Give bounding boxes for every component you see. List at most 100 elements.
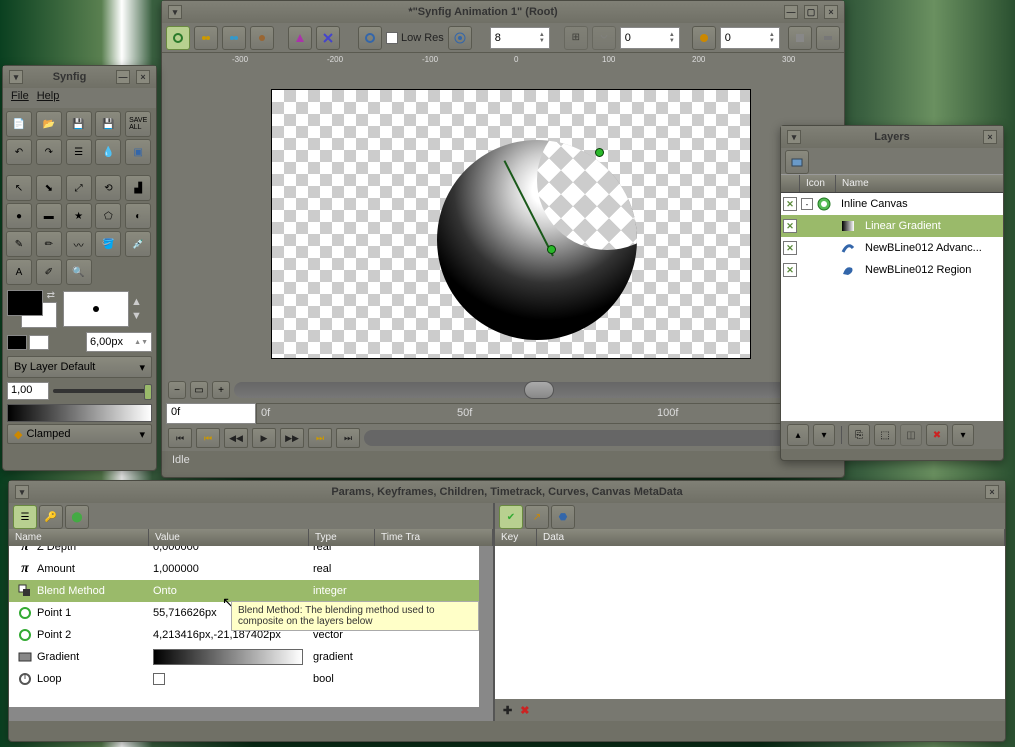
opacity-slider[interactable] (53, 389, 152, 393)
gradient-handle-start[interactable] (547, 245, 556, 254)
delete-metadata-button[interactable]: ✖ (520, 704, 529, 717)
layer-row[interactable]: ✕NewBLine012 Region (781, 259, 1003, 281)
fg-bg-swatch[interactable]: ⇄ (7, 290, 57, 328)
lowres-quality-button[interactable] (448, 26, 472, 50)
next-keyframe-button[interactable]: ⏭ (308, 428, 332, 448)
raise-layer-button[interactable]: ▴ (787, 424, 809, 446)
timetrack-tab[interactable]: ✔ (499, 505, 523, 529)
file-menu[interactable]: File (11, 90, 29, 106)
star-tool[interactable]: ★ (66, 203, 92, 229)
window-menu-icon[interactable]: ▾ (168, 5, 182, 19)
prev-frame-button[interactable]: ◀◀ (224, 428, 248, 448)
lowres-checkbox[interactable]: Low Res (386, 32, 444, 44)
layer-visible-checkbox[interactable]: ✕ (783, 263, 797, 277)
zoom-thumb[interactable] (524, 381, 554, 399)
layer-menu-button[interactable]: ▾ (952, 424, 974, 446)
fill-tool[interactable]: 🪣 (95, 231, 121, 257)
maximize-button[interactable]: ▢ (804, 5, 818, 19)
canvas-viewport[interactable] (178, 69, 844, 379)
layer-row[interactable]: ✕-Inline Canvas (781, 193, 1003, 215)
gradient-circle-shape[interactable] (437, 140, 637, 340)
gradient-tool[interactable]: ◐ (125, 203, 151, 229)
canvas[interactable] (271, 89, 751, 359)
zoom-fit-button[interactable]: ▭ (190, 381, 208, 399)
quality-input[interactable]: 8▲▼ (490, 27, 550, 49)
undo-button[interactable]: ↶ (6, 139, 32, 165)
window-menu-icon[interactable]: ▾ (9, 70, 23, 84)
param-row[interactable]: Blend MethodOntointeger (9, 580, 479, 602)
add-metadata-button[interactable]: ✚ (503, 704, 512, 717)
close-button[interactable]: × (824, 5, 838, 19)
seek-start-button[interactable]: ⏮ (168, 428, 192, 448)
past-onion-button[interactable] (194, 26, 218, 50)
canvas-titlebar[interactable]: ▾ *"Synfig Animation 1" (Root) — ▢ × (162, 1, 844, 23)
playback-slider[interactable] (364, 430, 838, 446)
text-tool[interactable]: A (6, 259, 32, 285)
sketch-tool[interactable]: ✐ (36, 259, 62, 285)
rotate-tool[interactable]: ⟲ (95, 175, 121, 201)
param-value[interactable] (149, 649, 309, 665)
save-button[interactable]: 💾 (66, 111, 92, 137)
canvas-browse-button[interactable] (785, 150, 809, 174)
swap-colors-icon[interactable]: ⇄ (47, 290, 55, 301)
param-row[interactable]: πZ Depth0,000000real (9, 546, 479, 558)
polygon-tool[interactable]: ⬠ (95, 203, 121, 229)
open-button[interactable]: 📂 (36, 111, 62, 137)
guides-button[interactable] (692, 26, 716, 50)
keyframes-tab[interactable]: 🔑 (39, 505, 63, 529)
param-value[interactable] (149, 673, 309, 685)
opacity-input[interactable]: 1,00 (7, 382, 49, 400)
fg-color-swatch[interactable] (7, 290, 43, 316)
metadata-tab[interactable]: ⬣ (551, 505, 575, 529)
zoom-slider[interactable] (234, 382, 838, 398)
params-list[interactable]: πZ Depth0,000000realπAmount1,000000realB… (9, 546, 479, 707)
time-input[interactable]: 0f (166, 403, 256, 424)
icon-column[interactable]: Icon (799, 175, 835, 192)
size-down-icon[interactable]: ▼ (131, 310, 142, 322)
layer-visible-checkbox[interactable]: ✕ (783, 219, 797, 233)
metadata-list[interactable] (495, 546, 1005, 699)
saveall-button[interactable]: SAVEALL (125, 111, 151, 137)
close-button[interactable]: × (985, 485, 999, 499)
onion-both-button[interactable] (250, 26, 274, 50)
grid-y-input[interactable]: 0▲▼ (720, 27, 780, 49)
rectangle-tool[interactable]: ▬ (36, 203, 62, 229)
render-button[interactable]: 💧 (95, 139, 121, 165)
brush-preview[interactable] (63, 291, 129, 327)
animate-mode-button[interactable] (816, 26, 840, 50)
scale-tool[interactable]: ⤢ (66, 175, 92, 201)
render-button[interactable] (316, 26, 340, 50)
draw-tool[interactable]: ✏ (36, 231, 62, 257)
brush-size-input[interactable]: 6,00px▲▼ (86, 332, 152, 352)
seek-end-button[interactable]: ⏭ (336, 428, 360, 448)
params-vscroll[interactable] (479, 546, 493, 707)
curves-tab[interactable]: ↗ (525, 505, 549, 529)
smooth-move-tool[interactable]: ⬊ (36, 175, 62, 201)
param-value[interactable]: 0,000000 (149, 546, 309, 553)
zoom-out-button[interactable]: − (168, 381, 186, 399)
layers-list[interactable]: ✕-Inline Canvas✕Linear Gradient✕NewBLine… (781, 193, 1003, 421)
grid-x-input[interactable]: 0▲▼ (620, 27, 680, 49)
param-row[interactable]: πAmount1,000000real (9, 558, 479, 580)
param-row[interactable]: Loopbool (9, 668, 479, 690)
toolbox-titlebar[interactable]: ▾ Synfig — × (3, 66, 156, 88)
layer-row[interactable]: ✕NewBLine012 Advanc... (781, 237, 1003, 259)
prev-keyframe-button[interactable]: ⏮ (196, 428, 220, 448)
duplicate-layer-button[interactable]: ⎘ (848, 424, 870, 446)
onion-skin-button[interactable] (166, 26, 190, 50)
children-tab[interactable]: ⬤ (65, 505, 89, 529)
window-menu-icon[interactable]: ▾ (15, 485, 29, 499)
props-button[interactable]: ☰ (66, 139, 92, 165)
future-onion-button[interactable] (222, 26, 246, 50)
saveas-button[interactable]: 💾 (95, 111, 121, 137)
param-row[interactable]: Gradientgradient (9, 646, 479, 668)
transform-tool[interactable]: ↖ (6, 175, 32, 201)
name-column[interactable]: Name (835, 175, 1003, 192)
circle-tool[interactable]: ● (6, 203, 32, 229)
preview-button[interactable] (288, 26, 312, 50)
layer-expand-icon[interactable]: - (801, 198, 813, 210)
layer-row[interactable]: ✕Linear Gradient (781, 215, 1003, 237)
minimize-button[interactable]: — (784, 5, 798, 19)
width-tool[interactable]: 〰 (66, 231, 92, 257)
help-menu[interactable]: Help (37, 90, 60, 106)
